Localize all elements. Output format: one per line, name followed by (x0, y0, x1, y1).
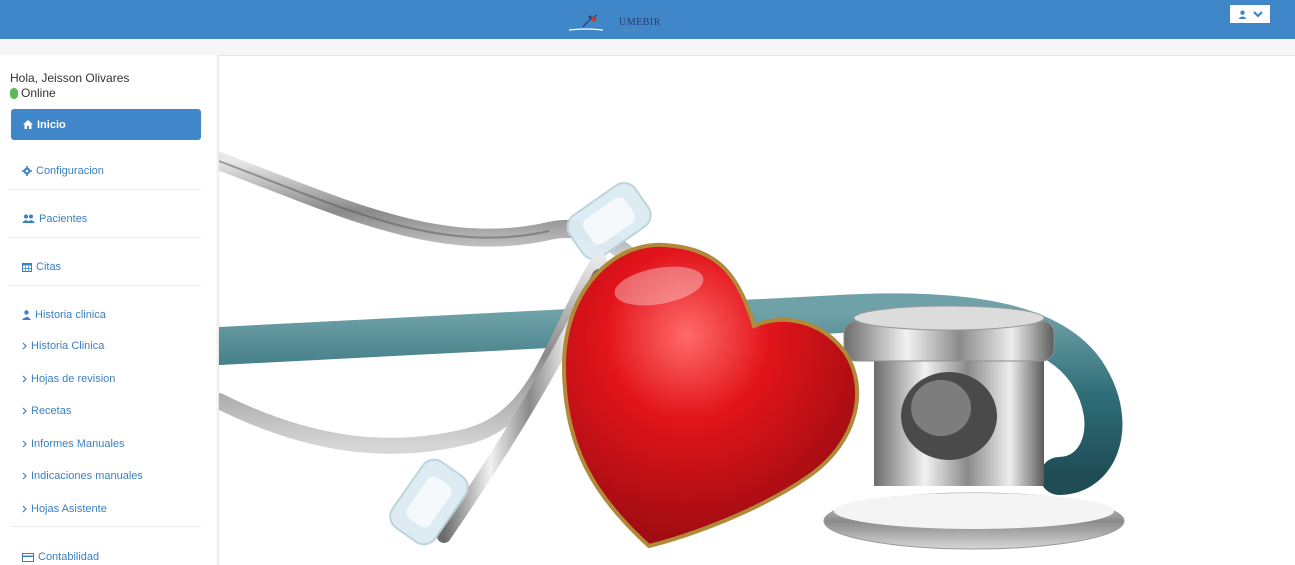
user-icon (1237, 10, 1247, 19)
chevron-right-icon (22, 342, 27, 350)
sidebar-item-label: Pacientes (39, 213, 88, 225)
top-navbar: UMEBIR UNIDAD MEDICA (0, 0, 1295, 39)
sidebar-subitem-hojas-asistente[interactable]: Hojas Asistente (10, 503, 201, 515)
sidebar-subitem-hojas-de-revision[interactable]: Hojas de revision (10, 373, 201, 385)
chevron-right-icon (22, 375, 27, 383)
chevron-right-icon (22, 407, 27, 415)
sidebar-item-contabilidad[interactable]: Contabilidad (10, 551, 201, 563)
sidebar-divider (10, 189, 201, 190)
chevron-down-icon (1252, 10, 1263, 18)
online-status: Online (10, 86, 56, 100)
logo-subtext: UNIDAD MEDICA (619, 28, 644, 32)
chevron-right-icon (22, 505, 27, 513)
sidebar-item-label: Hojas de revision (31, 373, 116, 385)
home-icon (23, 120, 33, 129)
money-icon (22, 552, 34, 562)
app-logo[interactable]: UMEBIR UNIDAD MEDICA (567, 9, 667, 33)
sidebar-subitem-recetas[interactable]: Recetas (10, 405, 201, 417)
sidebar-item-historia-clinica-group[interactable]: Historia clinica (10, 309, 201, 321)
users-icon (22, 214, 35, 224)
sidebar-subitem-informes-manuales[interactable]: Informes Manuales (10, 438, 201, 450)
sidebar-divider (10, 526, 201, 527)
sidebar-item-label: Hojas Asistente (31, 503, 107, 515)
sidebar-item-label: Configuracion (36, 165, 104, 177)
user-greeting: Hola, Jeisson Olivares (10, 71, 130, 85)
chevron-right-icon (22, 440, 27, 448)
sidebar-item-label: Contabilidad (38, 551, 100, 563)
red-heart-shape (561, 242, 860, 549)
sidebar-divider (10, 237, 201, 238)
sidebar-item-configuracion[interactable]: Configuracion (10, 165, 201, 177)
logo-text: UMEBIR (619, 17, 661, 28)
sidebar-subitem-indicaciones-manuales[interactable]: Indicaciones manuales (10, 470, 201, 482)
sidebar: Hola, Jeisson Olivares Online Inicio Con… (0, 55, 216, 565)
earpiece-lower (389, 458, 469, 546)
calendar-icon (22, 262, 32, 272)
status-dot-icon (10, 87, 18, 99)
sidebar-item-label: Historia clinica (35, 309, 106, 321)
sidebar-item-pacientes[interactable]: Pacientes (10, 213, 201, 225)
user-menu-button[interactable] (1230, 5, 1270, 23)
sidebar-subitem-historia-clinica[interactable]: Historia Clinica (10, 340, 201, 352)
sidebar-divider (10, 285, 201, 286)
main-content (218, 55, 1295, 565)
sidebar-item-label: Indicaciones manuales (31, 470, 143, 482)
user-md-icon (22, 310, 31, 320)
sidebar-item-citas[interactable]: Citas (10, 261, 201, 273)
sidebar-item-label: Historia Clinica (31, 340, 105, 352)
logo-mark-icon (568, 14, 604, 31)
sidebar-item-label: Inicio (37, 118, 66, 131)
stethoscope-heart-illustration (219, 152, 1125, 550)
sidebar-item-label: Citas (36, 261, 62, 273)
gear-icon (22, 166, 32, 176)
status-label: Online (21, 86, 56, 100)
sidebar-item-label: Informes Manuales (31, 438, 125, 450)
binaural-tube-upper (219, 152, 643, 270)
chevron-right-icon (22, 472, 27, 480)
sidebar-item-label: Recetas (31, 405, 72, 417)
sidebar-item-inicio[interactable]: Inicio (11, 109, 201, 140)
